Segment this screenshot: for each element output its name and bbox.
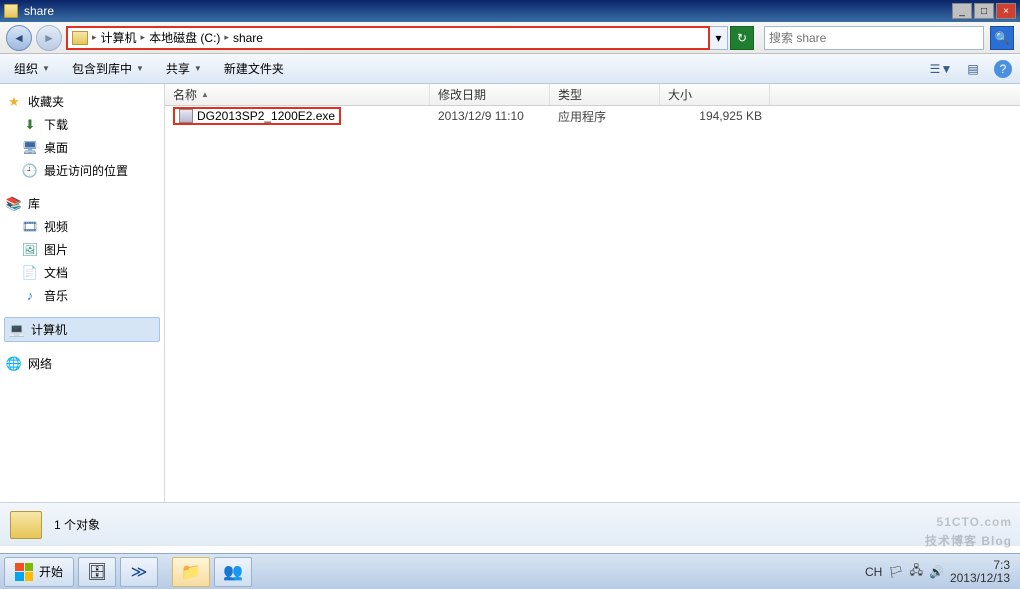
- column-name[interactable]: 名称▲: [165, 84, 430, 105]
- document-icon: 📄: [22, 265, 38, 281]
- star-icon: ★: [6, 94, 22, 110]
- chevron-right-icon: ▸: [141, 32, 146, 43]
- taskbar: 开始 🗄 ≫ 📁 👥 CH 🏳 🖧 🔊 7:3 2013/12/13: [0, 553, 1020, 589]
- crumb-drive[interactable]: 本地磁盘 (C:): [147, 29, 222, 46]
- sidebar-item-recent[interactable]: 🕘最近访问的位置: [4, 159, 160, 182]
- table-row[interactable]: DG2013SP2_1200E2.exe 2013/12/9 11:10 应用程…: [165, 106, 1020, 126]
- download-icon: ⬇: [22, 117, 38, 133]
- sidebar-item-computer[interactable]: 💻计算机: [4, 317, 160, 342]
- exe-icon: [179, 109, 193, 123]
- address-dropdown[interactable]: ▾: [710, 26, 728, 50]
- picture-icon: 🖼: [22, 242, 38, 258]
- titlebar: share _ □ ×: [0, 0, 1020, 22]
- sidebar-item-network[interactable]: 🌐网络: [4, 352, 160, 375]
- status-count: 1 个对象: [54, 516, 100, 533]
- search-input[interactable]: [764, 26, 984, 50]
- recent-icon: 🕘: [22, 163, 38, 179]
- music-icon: ♪: [22, 288, 38, 304]
- start-button[interactable]: 开始: [4, 557, 74, 587]
- toolbar: 组织▼ 包含到库中▼ 共享▼ 新建文件夹 ☰▼ ▤ ?: [0, 54, 1020, 84]
- taskbar-server-manager[interactable]: 🗄: [78, 557, 116, 587]
- column-type[interactable]: 类型: [550, 84, 660, 105]
- nav-forward-button[interactable]: ►: [36, 25, 62, 51]
- column-headers: 名称▲ 修改日期 类型 大小: [165, 84, 1020, 106]
- sidebar-item-documents[interactable]: 📄文档: [4, 261, 160, 284]
- window-title: share: [24, 4, 952, 18]
- watermark: 51CTO.com 技术博客 Blog: [925, 509, 1012, 549]
- close-button[interactable]: ×: [996, 3, 1016, 19]
- video-icon: 🎞: [22, 219, 38, 235]
- chevron-down-icon: ▼: [42, 64, 50, 73]
- system-tray[interactable]: CH 🏳 🖧 🔊 7:3 2013/12/13: [859, 559, 1016, 585]
- chevron-down-icon: ▼: [136, 64, 144, 73]
- crumb-folder[interactable]: share: [231, 31, 265, 45]
- refresh-button[interactable]: ↻: [730, 26, 754, 50]
- file-list[interactable]: DG2013SP2_1200E2.exe 2013/12/9 11:10 应用程…: [165, 106, 1020, 502]
- crumb-computer[interactable]: 计算机: [99, 29, 139, 46]
- taskbar-explorer[interactable]: 📁: [172, 557, 210, 587]
- file-date: 2013/12/9 11:10: [430, 109, 550, 123]
- status-bar: 1 个对象: [0, 502, 1020, 546]
- tray-sound-icon[interactable]: 🔊: [929, 565, 944, 579]
- tray-network-icon[interactable]: 🖧: [910, 561, 923, 582]
- windows-logo-icon: [15, 563, 33, 581]
- taskbar-app[interactable]: 👥: [214, 557, 252, 587]
- tray-flag-icon[interactable]: 🏳: [888, 565, 903, 579]
- sidebar-item-videos[interactable]: 🎞视频: [4, 215, 160, 238]
- sidebar-item-music[interactable]: ♪音乐: [4, 284, 160, 307]
- search-button[interactable]: 🔍: [990, 26, 1014, 50]
- sidebar-favorites[interactable]: ★收藏夹: [4, 90, 160, 113]
- nav-back-button[interactable]: ◄: [6, 25, 32, 51]
- file-name: DG2013SP2_1200E2.exe: [197, 109, 335, 123]
- folder-thumb-icon: [10, 511, 42, 539]
- desktop-icon: 🖥: [22, 140, 38, 156]
- clock[interactable]: 7:3 2013/12/13: [950, 559, 1010, 585]
- chevron-right-icon: ▸: [92, 32, 97, 43]
- view-options-button[interactable]: ☰▼: [930, 59, 952, 79]
- organize-button[interactable]: 组织▼: [8, 58, 56, 79]
- preview-pane-button[interactable]: ▤: [962, 59, 984, 79]
- new-folder-button[interactable]: 新建文件夹: [218, 58, 290, 79]
- column-size[interactable]: 大小: [660, 84, 770, 105]
- sidebar-item-desktop[interactable]: 🖥桌面: [4, 136, 160, 159]
- computer-icon: 💻: [9, 322, 25, 338]
- folder-icon: [72, 31, 88, 45]
- lang-indicator[interactable]: CH: [865, 565, 882, 579]
- sidebar: ★收藏夹 ⬇下载 🖥桌面 🕘最近访问的位置 📚库 🎞视频 🖼图片 📄文档 ♪音乐…: [0, 84, 165, 502]
- sidebar-item-downloads[interactable]: ⬇下载: [4, 113, 160, 136]
- column-date[interactable]: 修改日期: [430, 84, 550, 105]
- folder-icon: [4, 4, 18, 18]
- library-icon: 📚: [6, 196, 22, 212]
- help-button[interactable]: ?: [994, 60, 1012, 78]
- network-icon: 🌐: [6, 356, 22, 372]
- chevron-right-icon: ▸: [224, 32, 229, 43]
- taskbar-powershell[interactable]: ≫: [120, 557, 158, 587]
- share-button[interactable]: 共享▼: [160, 58, 208, 79]
- navbar: ◄ ► ▸ 计算机 ▸ 本地磁盘 (C:) ▸ share ▾ ↻ 🔍: [0, 22, 1020, 54]
- file-type: 应用程序: [550, 108, 660, 125]
- include-in-library-button[interactable]: 包含到库中▼: [66, 58, 150, 79]
- content-area: 名称▲ 修改日期 类型 大小 DG2013SP2_1200E2.exe 2013…: [165, 84, 1020, 502]
- sort-asc-icon: ▲: [201, 90, 209, 99]
- minimize-button[interactable]: _: [952, 3, 972, 19]
- file-size: 194,925 KB: [660, 109, 770, 123]
- search-field[interactable]: [769, 31, 979, 45]
- breadcrumb[interactable]: ▸ 计算机 ▸ 本地磁盘 (C:) ▸ share: [66, 26, 710, 50]
- chevron-down-icon: ▼: [194, 64, 202, 73]
- maximize-button[interactable]: □: [974, 3, 994, 19]
- sidebar-libraries[interactable]: 📚库: [4, 192, 160, 215]
- sidebar-item-pictures[interactable]: 🖼图片: [4, 238, 160, 261]
